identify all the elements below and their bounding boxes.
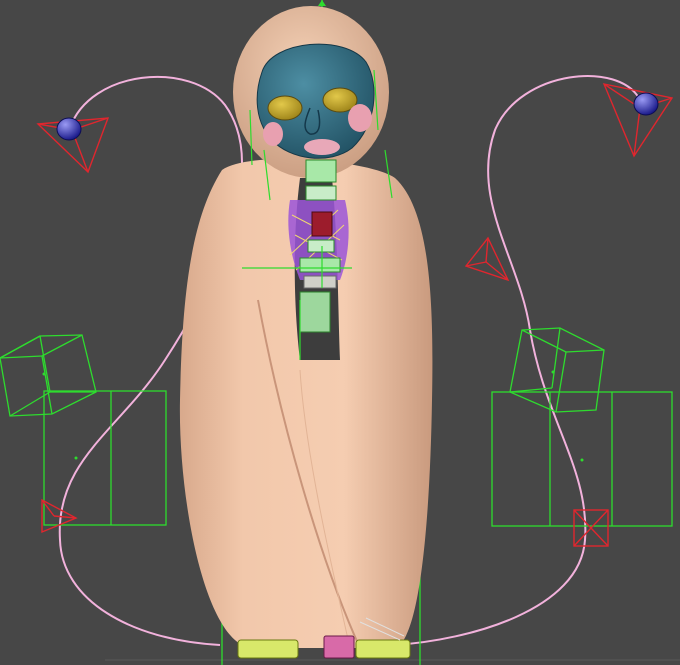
camera-icon[interactable] xyxy=(464,236,510,282)
3d-viewport[interactable] xyxy=(0,0,680,665)
scene-canvas[interactable] xyxy=(0,0,680,665)
helper-cube-right[interactable] xyxy=(509,327,605,413)
face-mask[interactable] xyxy=(256,43,375,159)
light-icon[interactable] xyxy=(56,117,82,141)
helper-cube-left[interactable] xyxy=(0,334,97,417)
light-icon[interactable] xyxy=(633,92,659,116)
camera-icon[interactable] xyxy=(573,509,609,547)
